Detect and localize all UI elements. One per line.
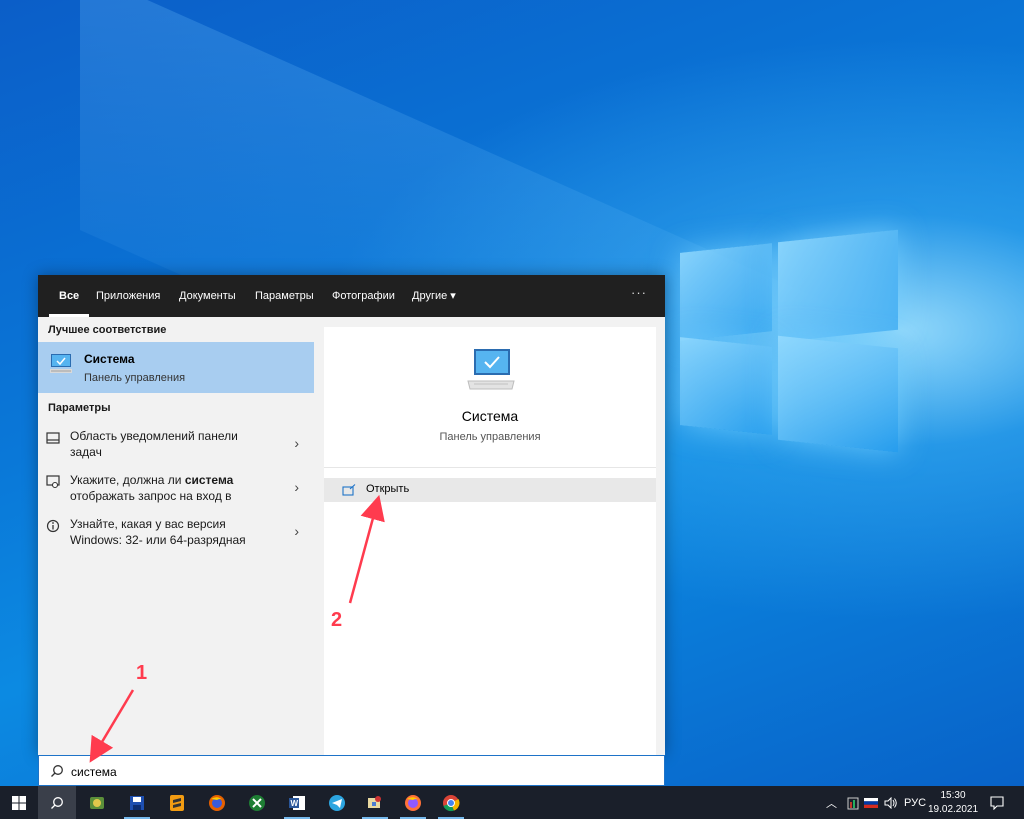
annotation-overlay bbox=[89, 494, 385, 763]
annotation-label-1: 1 bbox=[136, 662, 148, 684]
annotation-arrow-1 bbox=[89, 689, 135, 763]
annotation-arrow-2 bbox=[348, 494, 385, 604]
annotation-label-2: 2 bbox=[331, 609, 343, 631]
